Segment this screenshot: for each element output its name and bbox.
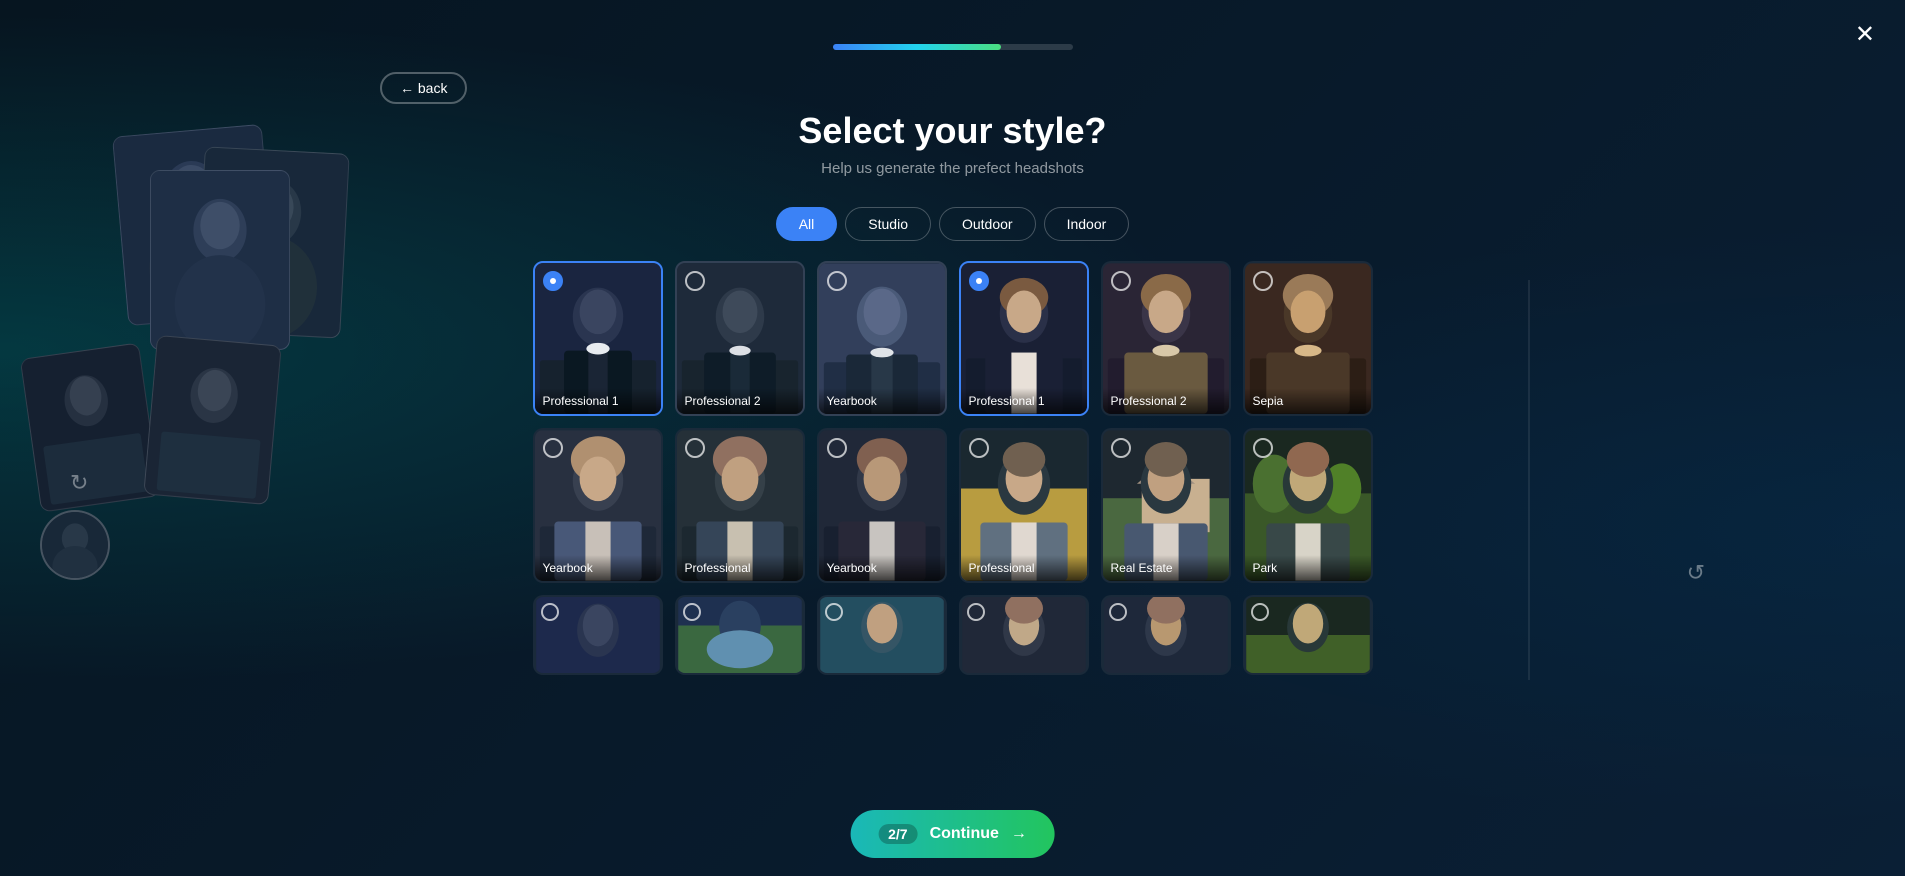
- photo-card-yearbook-1[interactable]: Yearbook: [817, 261, 947, 416]
- radio-r3c: [825, 603, 843, 621]
- card-label-professional-fd: Professional: [677, 555, 803, 581]
- tab-indoor[interactable]: Indoor: [1044, 207, 1130, 241]
- photo-card-real-estate[interactable]: Real Estate: [1101, 428, 1231, 583]
- vertical-divider: [1528, 280, 1530, 680]
- radio-r3a: [541, 603, 559, 621]
- photo-card-professional-2a[interactable]: Professional 2: [675, 261, 805, 416]
- card-label-professional-2a: Professional 2: [677, 388, 803, 414]
- deco-circle-photo: [40, 510, 110, 580]
- tab-all[interactable]: All: [776, 207, 838, 241]
- card-label-park: Park: [1245, 555, 1371, 581]
- radio-yearbook-f: [543, 438, 563, 458]
- arrow-deco-left: ↻: [70, 470, 88, 496]
- card-label-yearbook-1: Yearbook: [819, 388, 945, 414]
- radio-professional-om: [969, 438, 989, 458]
- radio-sepia: [1253, 271, 1273, 291]
- radio-real-estate: [1111, 438, 1131, 458]
- card-label-sepia: Sepia: [1245, 388, 1371, 414]
- tab-studio[interactable]: Studio: [845, 207, 931, 241]
- deco-photo-card: [20, 342, 160, 512]
- page-title: Select your style?: [798, 110, 1106, 152]
- radio-professional-2a: [685, 271, 705, 291]
- filter-tabs: All Studio Outdoor Indoor: [776, 207, 1130, 241]
- card-label-real-estate: Real Estate: [1103, 555, 1229, 581]
- card-label-yearbook-f: Yearbook: [535, 555, 661, 581]
- page-subtitle: Help us generate the prefect headshots: [821, 160, 1084, 177]
- photo-grid: Professional 1 Professional 2: [533, 261, 1369, 675]
- photo-card-yearbook-f2[interactable]: Yearbook: [817, 428, 947, 583]
- card-label-professional-1f: Professional 1: [961, 388, 1087, 414]
- photo-card-professional-fd[interactable]: Professional: [675, 428, 805, 583]
- photo-grid-scroll[interactable]: Professional 1 Professional 2: [533, 241, 1373, 675]
- back-button[interactable]: ← back: [380, 72, 467, 104]
- radio-professional-1f: [969, 271, 989, 291]
- radio-professional-1: [543, 271, 563, 291]
- photo-card-r3b[interactable]: [675, 595, 805, 675]
- main-content: Select your style? Help us generate the …: [380, 0, 1525, 876]
- continue-label: Continue: [930, 825, 999, 843]
- radio-yearbook-f2: [827, 438, 847, 458]
- photo-card-r3c[interactable]: [817, 595, 947, 675]
- deco-photo-card: [150, 170, 290, 350]
- close-button[interactable]: ✕: [1855, 20, 1875, 49]
- progress-fill: [833, 44, 1001, 50]
- photo-card-r3d[interactable]: [959, 595, 1089, 675]
- photo-card-professional-2f[interactable]: Professional 2: [1101, 261, 1231, 416]
- continue-arrow: →: [1011, 825, 1027, 843]
- photo-card-professional-1f[interactable]: Professional 1: [959, 261, 1089, 416]
- progress-badge: 2/7: [878, 824, 917, 844]
- card-label-professional-om: Professional: [961, 555, 1087, 581]
- deco-photo-card: [143, 335, 281, 505]
- tab-outdoor[interactable]: Outdoor: [939, 207, 1036, 241]
- continue-button[interactable]: 2/7 Continue →: [850, 810, 1055, 858]
- radio-professional-fd: [685, 438, 705, 458]
- card-label-professional-2f: Professional 2: [1103, 388, 1229, 414]
- photo-card-professional-om[interactable]: Professional: [959, 428, 1089, 583]
- radio-r3d: [967, 603, 985, 621]
- card-label-yearbook-f2: Yearbook: [819, 555, 945, 581]
- radio-park: [1253, 438, 1273, 458]
- photo-card-r3f[interactable]: [1243, 595, 1373, 675]
- photo-card-r3e[interactable]: [1101, 595, 1231, 675]
- progress-bar: [833, 44, 1073, 50]
- radio-yearbook-1: [827, 271, 847, 291]
- radio-r3b: [683, 603, 701, 621]
- photo-card-sepia[interactable]: Sepia: [1243, 261, 1373, 416]
- photo-card-yearbook-f[interactable]: Yearbook: [533, 428, 663, 583]
- radio-r3e: [1109, 603, 1127, 621]
- card-label-professional-1: Professional 1: [535, 388, 661, 414]
- photo-card-park[interactable]: Park: [1243, 428, 1373, 583]
- photo-card-r3a[interactable]: [533, 595, 663, 675]
- radio-r3f: [1251, 603, 1269, 621]
- continue-bar: 2/7 Continue →: [850, 810, 1055, 858]
- radio-professional-2f: [1111, 271, 1131, 291]
- arrow-deco-right: ↺: [1687, 560, 1705, 586]
- photo-card-professional-1[interactable]: Professional 1: [533, 261, 663, 416]
